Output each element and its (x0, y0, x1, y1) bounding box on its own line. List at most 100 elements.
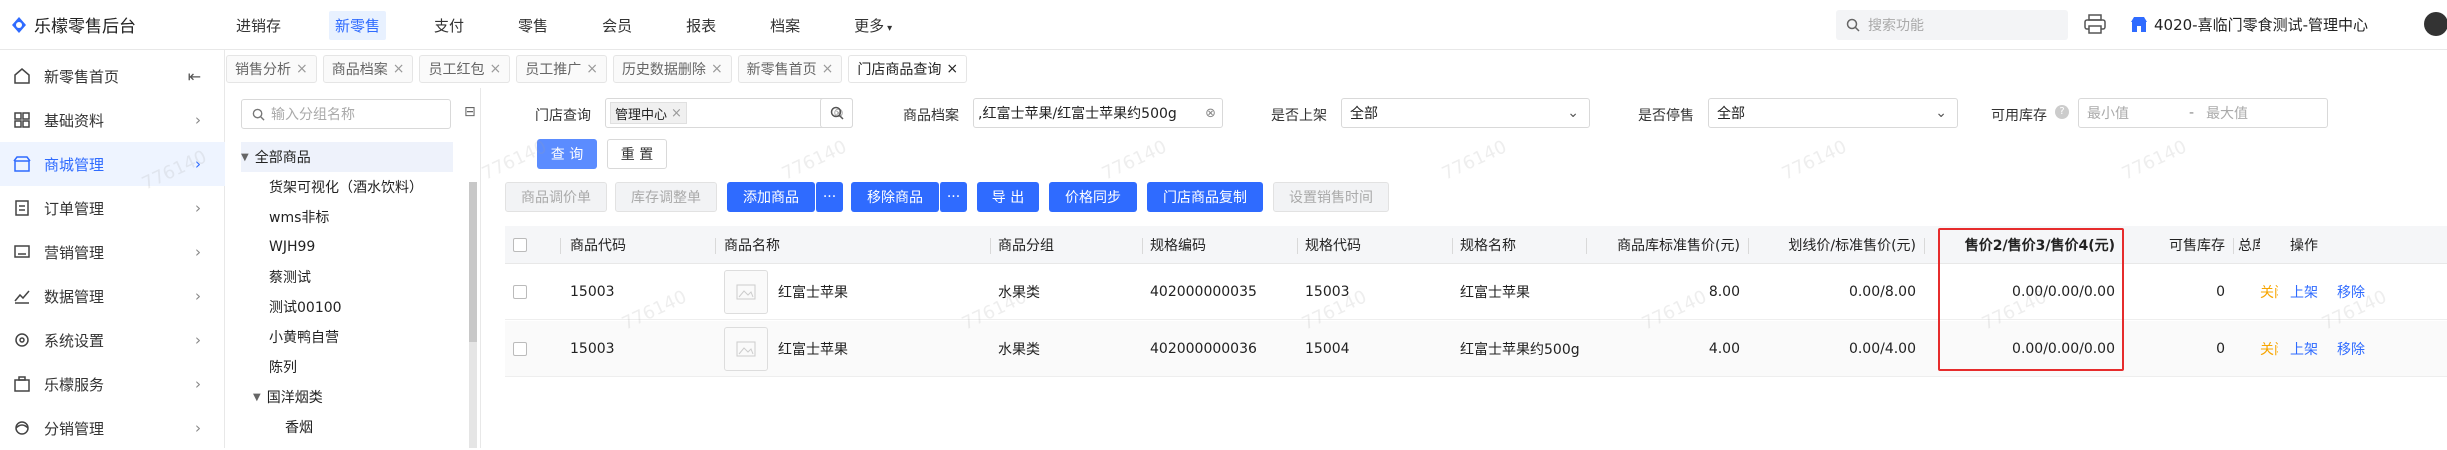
row-checkbox[interactable] (513, 321, 527, 377)
sidebar-item-basic-data[interactable]: 基础资料 › (0, 98, 225, 142)
sidebar-item-new-retail-home[interactable]: 新零售首页 ⇤ (0, 54, 225, 98)
tab-store-product-query[interactable]: 门店商品查询 × (848, 55, 968, 83)
select-all-checkbox[interactable] (513, 226, 527, 264)
list-action-button[interactable]: 上架 (2290, 264, 2318, 320)
avatar[interactable] (2424, 12, 2447, 36)
topnav-item-new-retail[interactable]: 新零售 (329, 10, 387, 40)
topnav-item-payment[interactable]: 支付 (428, 11, 470, 40)
topnav-item-retail[interactable]: 零售 (512, 11, 554, 40)
collapse-sidebar-icon[interactable]: ⇤ (188, 67, 201, 86)
topnav-item-report[interactable]: 报表 (680, 11, 722, 40)
app-title: 乐檬零售后台 (34, 17, 136, 37)
tree-node[interactable]: 货架可视化（酒水饮料） (241, 172, 423, 202)
close-icon[interactable]: × (711, 61, 723, 77)
remove-product-more-button[interactable]: ··· (939, 182, 967, 212)
tab-product-archive[interactable]: 商品档案 × (322, 55, 414, 83)
stock-adjust-button[interactable]: 库存调整单 (615, 182, 717, 212)
cell-product-thumbnail[interactable] (724, 321, 768, 377)
sidebar-item-order-management[interactable]: 订单管理 › (0, 186, 225, 230)
chevron-right-icon: › (195, 419, 201, 437)
tree-node[interactable]: ▼ 全部商品 (241, 142, 453, 172)
sidebar-item-distribution[interactable]: 分销管理 › (0, 406, 225, 450)
row-checkbox[interactable] (513, 264, 527, 320)
tree-node[interactable]: WJH99 (241, 232, 315, 262)
stock-min-placeholder[interactable]: 最小值 (2087, 103, 2177, 123)
feature-search-input[interactable]: 搜索功能 (1836, 10, 2068, 40)
set-sale-time-button[interactable]: 设置销售时间 (1273, 182, 1389, 212)
store-selector[interactable]: 4020-喜临门零食测试-管理中心 (2130, 14, 2368, 35)
search-icon (1846, 18, 1860, 32)
available-stock-range[interactable]: 最小值 - 最大值 (2078, 98, 2328, 128)
column-divider (1142, 238, 1143, 254)
order-icon (15, 200, 29, 216)
cell-sellable-stock: 0 (2216, 341, 2225, 357)
cell-spec-name: 红富士苹果 (1460, 285, 1530, 301)
stop-sale-value: 全部 (1717, 106, 1745, 122)
chart-icon (14, 290, 30, 304)
tab-employee-promotion[interactable]: 员工推广 × (516, 55, 607, 83)
sidebar-item-marketing[interactable]: 营销管理 › (0, 230, 225, 274)
remove-product-button[interactable]: 移除商品 (851, 182, 939, 212)
close-icon[interactable]: × (489, 61, 501, 77)
stop-sale-select[interactable]: 全部 ⌄ (1708, 98, 1958, 128)
remove-action-button[interactable]: 移除 (2337, 321, 2365, 377)
clear-icon[interactable]: ⊗ (1205, 105, 1216, 121)
topnav-item-more[interactable]: 更多 ▾ (848, 11, 898, 40)
topnav-item-member[interactable]: 会员 (596, 11, 638, 40)
close-icon[interactable]: × (586, 61, 598, 77)
reset-button[interactable]: 重 置 (607, 139, 667, 169)
tree-toggle-icon[interactable]: ⊟ (464, 104, 476, 120)
close-icon[interactable]: × (296, 61, 308, 77)
list-action-button[interactable]: 上架 (2290, 321, 2318, 377)
close-icon[interactable]: × (671, 106, 682, 121)
export-button[interactable]: 导 出 (977, 182, 1039, 212)
tree-node[interactable]: 测试00100 (241, 292, 342, 322)
price-adjust-button[interactable]: 商品调价单 (505, 182, 607, 212)
tab-history-delete[interactable]: 历史数据删除 × (612, 55, 732, 83)
store-query-input[interactable]: 管理中心 × ⊗ (605, 98, 853, 128)
price-sync-button[interactable]: 价格同步 (1049, 182, 1137, 212)
column-divider (1924, 238, 1925, 254)
table-row[interactable]: 15003 红富士苹果 水果类 402000000036 15004 红富士苹果… (505, 321, 2447, 377)
listed-value: 全部 (1350, 106, 1378, 122)
caret-down-icon[interactable]: ▼ (253, 392, 261, 403)
close-icon[interactable]: × (822, 61, 834, 77)
help-icon[interactable]: ? (2055, 105, 2069, 119)
top-bar: 乐檬零售后台 进销存 新零售 支付 零售 会员 报表 档案 更多 ▾ 搜索功能 4… (0, 0, 2447, 50)
group-search-input[interactable]: 输入分组名称 (241, 99, 451, 129)
watermark: 776140 (1438, 136, 1510, 185)
tree-scrollbar-thumb[interactable] (469, 182, 477, 342)
tab-employee-redpack[interactable]: 员工红包 × (419, 55, 511, 83)
product-archive-input[interactable]: ,红富士苹果/红富士苹果约500g ⊗ (973, 98, 1223, 128)
tab-sales-analysis[interactable]: 销售分析 × (226, 55, 317, 83)
caret-down-icon[interactable]: ▼ (241, 152, 249, 163)
stock-max-placeholder[interactable]: 最大值 (2206, 103, 2248, 123)
add-product-button[interactable]: 添加商品 (727, 182, 815, 212)
tree-node[interactable]: 蔡测试 (241, 262, 311, 292)
store-name: 4020-喜临门零食测试-管理中心 (2154, 16, 2369, 34)
sidebar-item-system-settings[interactable]: 系统设置 › (0, 318, 225, 362)
table-row[interactable]: 15003 红富士苹果 水果类 402000000035 15003 红富士苹果… (505, 264, 2447, 320)
tree-node[interactable]: 小黄鸭自营 (241, 322, 339, 352)
tree-node[interactable]: wms非标 (241, 202, 329, 232)
store-product-copy-button[interactable]: 门店商品复制 (1147, 182, 1263, 212)
add-product-more-button[interactable]: ··· (815, 182, 843, 212)
topnav-item-archive[interactable]: 档案 (764, 11, 806, 40)
chevron-down-icon: ⌄ (1567, 105, 1579, 121)
app-logo[interactable]: 乐檬零售后台 (10, 12, 136, 37)
home-icon (14, 68, 30, 84)
printer-icon[interactable] (2084, 14, 2106, 38)
topnav-item-inventory[interactable]: 进销存 (230, 11, 287, 40)
listed-select[interactable]: 全部 ⌄ (1341, 98, 1590, 128)
close-icon[interactable]: × (946, 61, 958, 77)
store-search-button[interactable] (820, 98, 853, 128)
group-search-placeholder: 输入分组名称 (271, 107, 355, 123)
close-icon[interactable]: × (393, 61, 405, 77)
sidebar-item-data-management[interactable]: 数据管理 › (0, 274, 225, 318)
tree-node[interactable]: ▼ 国洋烟类 (241, 382, 323, 412)
cell-product-thumbnail[interactable] (724, 264, 768, 320)
tab-new-retail-home[interactable]: 新零售首页 × (737, 55, 843, 83)
tree-node[interactable]: 香烟 (241, 412, 313, 442)
sidebar-item-lemeng-service[interactable]: 乐檬服务 › (0, 362, 225, 406)
tree-node[interactable]: 陈列 (241, 352, 297, 382)
